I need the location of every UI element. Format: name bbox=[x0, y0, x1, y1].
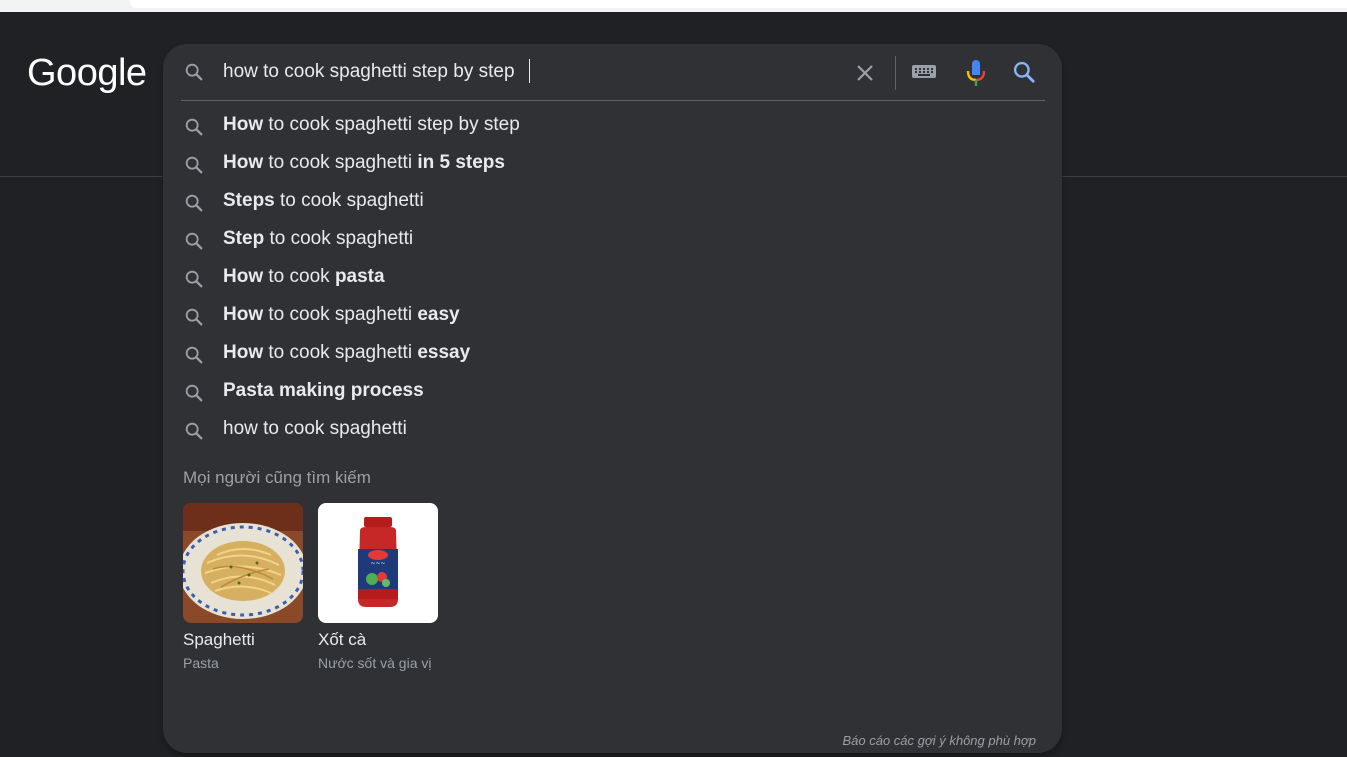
related-card-subtitle: Pasta bbox=[183, 655, 219, 671]
suggestion-text-part: how to cook spaghetti bbox=[223, 418, 407, 439]
search-icon bbox=[183, 230, 205, 257]
search-icon bbox=[183, 382, 205, 409]
browser-top-strip-inner bbox=[130, 0, 1347, 8]
suggestion-text-bold: Step bbox=[223, 228, 265, 249]
search-icon bbox=[183, 306, 205, 333]
search-icon bbox=[183, 61, 205, 88]
suggestion-text: How to cook spaghetti easy bbox=[223, 304, 460, 326]
related-card-title: Xốt cà bbox=[318, 630, 367, 649]
suggestion-text-bold: How bbox=[223, 342, 264, 363]
search-icon bbox=[183, 116, 205, 143]
related-card-title: Spaghetti bbox=[183, 630, 255, 649]
suggestion-text: Step to cook spaghetti bbox=[223, 228, 413, 250]
microphone-icon[interactable] bbox=[965, 58, 987, 93]
suggestion-text-bold: How bbox=[223, 152, 264, 173]
suggestion-text-part: to cook spaghetti bbox=[274, 190, 424, 211]
suggestion-text: Pasta making process bbox=[223, 380, 424, 402]
suggestion-text-bold: How bbox=[223, 304, 264, 325]
suggestion-item[interactable]: How to cook spaghetti in 5 steps bbox=[163, 144, 1062, 182]
suggestion-item[interactable]: Steps to cook spaghetti bbox=[163, 182, 1062, 220]
suggestion-text-bold: essay bbox=[417, 342, 471, 363]
suggestion-text: Steps to cook spaghetti bbox=[223, 190, 424, 212]
suggestion-list: How to cook spaghetti step by step How to… bbox=[163, 106, 1062, 448]
suggestion-item[interactable]: Step to cook spaghetti bbox=[163, 220, 1062, 258]
suggestion-text-part: to cook spaghetti bbox=[263, 304, 418, 325]
suggestion-item[interactable]: How to cook pasta bbox=[163, 258, 1062, 296]
spaghetti-thumbnail bbox=[183, 503, 303, 623]
suggestion-text-bold: easy bbox=[417, 304, 460, 325]
search-autocomplete-panel: How to cook spaghetti step by step How to… bbox=[163, 44, 1062, 753]
suggestion-text: How to cook spaghetti step by step bbox=[223, 114, 520, 136]
sauce-jar-thumbnail: ~~~ bbox=[318, 503, 438, 623]
search-icon bbox=[183, 154, 205, 181]
suggestion-text-bold: in 5 steps bbox=[417, 152, 505, 173]
suggestion-text: How to cook spaghetti essay bbox=[223, 342, 470, 364]
suggestion-item[interactable]: how to cook spaghetti bbox=[163, 410, 1062, 448]
related-card-subtitle: Nước sốt và gia vị bbox=[318, 655, 432, 671]
input-divider bbox=[181, 100, 1045, 101]
text-caret bbox=[529, 59, 530, 83]
people-also-search-title: Mọi người cũng tìm kiếm bbox=[183, 468, 371, 487]
suggestion-item[interactable]: How to cook spaghetti easy bbox=[163, 296, 1062, 334]
search-icon bbox=[183, 344, 205, 371]
suggestion-text-part: to cook spaghetti bbox=[263, 152, 418, 173]
suggestion-text: how to cook spaghetti bbox=[223, 418, 407, 440]
svg-text:~~~: ~~~ bbox=[370, 560, 385, 567]
search-icon bbox=[183, 192, 205, 219]
search-icon bbox=[183, 268, 205, 295]
search-box bbox=[163, 44, 1062, 100]
google-logo[interactable]: Google bbox=[27, 52, 147, 95]
related-card-spaghetti[interactable]: Spaghetti Pasta bbox=[183, 503, 303, 674]
suggestion-item[interactable]: Pasta making process bbox=[163, 372, 1062, 410]
suggestion-item[interactable]: How to cook spaghetti essay bbox=[163, 334, 1062, 372]
search-icon bbox=[183, 420, 205, 447]
report-suggestions-link[interactable]: Báo cáo các gợi ý không phù hợp bbox=[842, 733, 1036, 748]
suggestion-text-part: to cook spaghetti step by step bbox=[263, 114, 520, 135]
suggestion-text-part: to cook spaghetti bbox=[264, 228, 414, 249]
suggestion-text-part: to cook bbox=[263, 266, 335, 287]
suggestion-item[interactable]: How to cook spaghetti step by step bbox=[163, 106, 1062, 144]
suggestion-text: How to cook pasta bbox=[223, 266, 385, 288]
suggestion-text: How to cook spaghetti in 5 steps bbox=[223, 152, 505, 174]
toolbar-separator bbox=[895, 56, 896, 90]
suggestion-text-bold: How bbox=[223, 266, 264, 287]
keyboard-icon[interactable] bbox=[911, 62, 939, 87]
suggestion-text-part: to cook spaghetti bbox=[263, 342, 418, 363]
search-input[interactable] bbox=[223, 58, 843, 86]
browser-top-strip bbox=[0, 0, 1347, 12]
suggestion-text-bold: pasta bbox=[334, 266, 385, 287]
suggestion-text-bold: Steps bbox=[223, 190, 275, 211]
search-submit-icon[interactable] bbox=[1011, 59, 1037, 90]
suggestion-text-bold: Pasta making process bbox=[223, 380, 424, 401]
close-icon[interactable] bbox=[853, 61, 877, 90]
related-card-tomato-sauce[interactable]: ~~~ Xốt cà Nước sốt và gia vị bbox=[318, 503, 438, 674]
suggestion-text-bold: How bbox=[223, 114, 264, 135]
